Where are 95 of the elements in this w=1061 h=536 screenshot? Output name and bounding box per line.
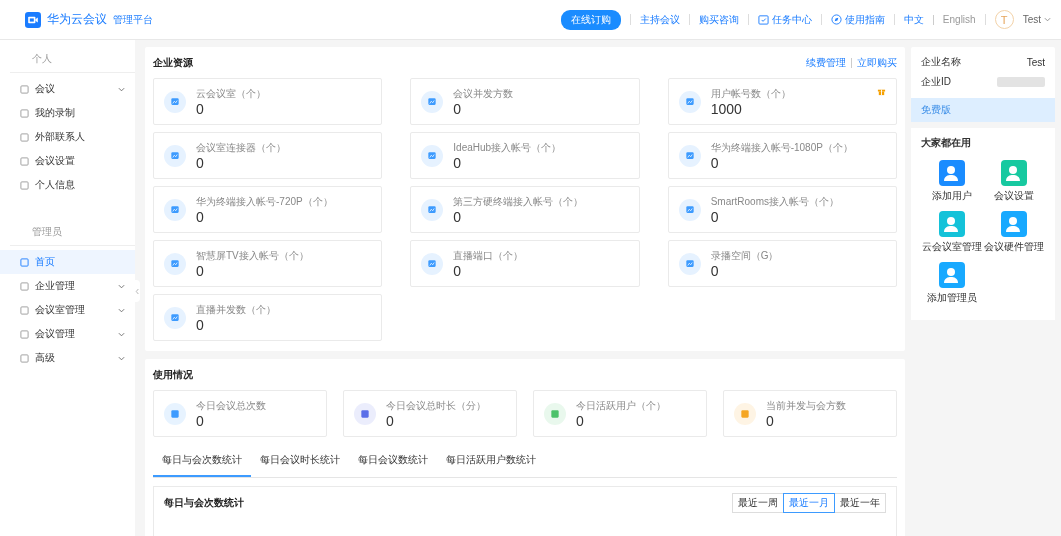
section-title: 企业资源 — [153, 56, 193, 70]
stat-icon — [734, 402, 756, 425]
stat-label: 直播并发数（个） — [196, 302, 276, 317]
nav-link[interactable]: 任务中心 — [757, 12, 812, 27]
shortcut-label[interactable]: 添加用户 — [932, 189, 972, 203]
stat-label: 第三方硬终端接入帐号（个） — [453, 194, 584, 209]
tab[interactable]: 每日会议数统计 — [349, 445, 437, 477]
stat-label: 会议室连接器（个） — [196, 140, 286, 155]
stat-value: 0 — [386, 412, 395, 429]
tab[interactable]: 每日活跃用户数统计 — [437, 445, 545, 477]
section-heading: 个人 — [10, 46, 135, 73]
range-button[interactable]: 最近一年 — [834, 493, 886, 513]
stat-value: 1000 — [710, 100, 743, 117]
range-button[interactable]: 最近一周 — [732, 493, 784, 513]
stat-icon — [354, 402, 376, 425]
section-title: 大家都在用 — [921, 136, 972, 150]
stat-label: 会议并发方数 — [453, 86, 514, 101]
nav-link[interactable]: 主持会议 — [639, 12, 680, 27]
stat-label: 用户帐号数（个） — [710, 86, 791, 101]
stat-value: 0 — [196, 412, 205, 429]
stat-label: 云会议室（个） — [196, 86, 266, 101]
logo-icon — [25, 11, 41, 28]
chevron-icon[interactable] — [118, 85, 125, 93]
stat-label: 今日会议总时长（分） — [386, 398, 486, 413]
gift-icon[interactable] — [877, 87, 886, 96]
shortcut-label[interactable]: 会议硬件管理 — [984, 240, 1044, 254]
field-label: 企业名称 — [921, 55, 961, 69]
shortcut-label[interactable]: 会议设置 — [994, 189, 1034, 203]
caret-icon — [1044, 16, 1051, 23]
section-heading: 管理员 — [10, 219, 135, 246]
menu-item[interactable]: 首页 — [0, 250, 135, 274]
chevron-icon[interactable] — [118, 306, 125, 314]
shortcut-label[interactable]: 云会议室管理 — [922, 240, 982, 254]
app-title: 华为云会议 — [47, 11, 107, 28]
stat-value: 0 — [196, 316, 205, 333]
nav-link[interactable]: 购买咨询 — [698, 12, 739, 27]
field-label: 企业ID — [921, 75, 951, 89]
stat-icon — [164, 402, 186, 425]
stat-value: 0 — [453, 262, 463, 279]
stat-value: 0 — [710, 154, 720, 171]
chevron-icon[interactable] — [118, 282, 125, 290]
user-menu[interactable]: Test — [1022, 14, 1051, 25]
stat-label: 今日活跃用户（个） — [576, 398, 666, 413]
stat-label: IdeaHub接入帐号（个） — [453, 140, 562, 155]
menu-item[interactable]: 会议室管理 — [0, 298, 135, 322]
stat-value: 0 — [710, 208, 720, 225]
stat-label: 当前并发与会方数 — [766, 398, 846, 413]
chart-title: 每日与会次数统计 — [164, 496, 244, 510]
field-value: Test — [1026, 56, 1045, 68]
menu-item[interactable]: 会议设置 — [0, 149, 135, 173]
app-subtitle: 管理平台 — [113, 12, 153, 27]
stat-value: 0 — [766, 412, 775, 429]
shortcut-label[interactable]: 添加管理员 — [927, 291, 977, 305]
chevron-icon[interactable] — [118, 354, 125, 362]
user-icon[interactable] — [939, 262, 965, 288]
stat-value: 0 — [196, 262, 205, 279]
stat-label: 华为终端接入帐号-1080P（个） — [710, 140, 853, 155]
stat-label: 今日会议总次数 — [196, 398, 266, 413]
stat-value: 0 — [453, 208, 463, 225]
compass-icon — [830, 14, 842, 25]
stat-label: 华为终端接入帐号-720P（个） — [196, 194, 333, 209]
range-button[interactable]: 最近一月 — [783, 493, 835, 513]
stat-value: 0 — [453, 154, 463, 171]
chevron-icon[interactable] — [118, 330, 125, 338]
menu-item[interactable]: 高级 — [0, 346, 135, 370]
stat-value: 0 — [196, 208, 205, 225]
section-title: 使用情况 — [153, 368, 193, 382]
menu-item[interactable]: 外部联系人 — [0, 125, 135, 149]
language-link[interactable]: 中文 — [903, 12, 924, 27]
stat-value: 0 — [196, 154, 205, 171]
menu-item[interactable]: 会议管理 — [0, 322, 135, 346]
stat-label: 智慧屏TV接入帐号（个） — [196, 248, 309, 263]
chevron-icon — [135, 287, 140, 295]
action-link[interactable]: 立即购买 — [857, 56, 897, 70]
stat-value: 0 — [710, 262, 720, 279]
nav-link[interactable]: 使用指南 — [830, 12, 885, 27]
stat-label: 直播端口（个） — [453, 248, 524, 263]
calendar-check-icon — [757, 14, 769, 25]
redacted-value — [997, 77, 1045, 87]
action-link[interactable]: 续费管理 — [806, 56, 846, 70]
stat-value: 0 — [453, 100, 463, 117]
menu-item[interactable]: 会议 — [0, 77, 135, 101]
edition-label: 免费版 — [911, 98, 1055, 122]
tab[interactable]: 每日会议时长统计 — [251, 445, 349, 477]
menu-item[interactable]: 我的录制 — [0, 101, 135, 125]
collapse-handle[interactable] — [135, 280, 140, 302]
stat-value: 0 — [576, 412, 585, 429]
menu-item[interactable]: 企业管理 — [0, 274, 135, 298]
stat-icon — [544, 402, 566, 425]
user-add-icon[interactable] — [939, 160, 965, 186]
menu-item[interactable]: 个人信息 — [0, 173, 135, 197]
tab[interactable]: 每日与会次数统计 — [153, 445, 251, 477]
stat-label: SmartRooms接入帐号（个） — [710, 194, 839, 209]
stat-value: 0 — [196, 100, 205, 117]
stat-label: 录播空间（G） — [710, 248, 779, 263]
